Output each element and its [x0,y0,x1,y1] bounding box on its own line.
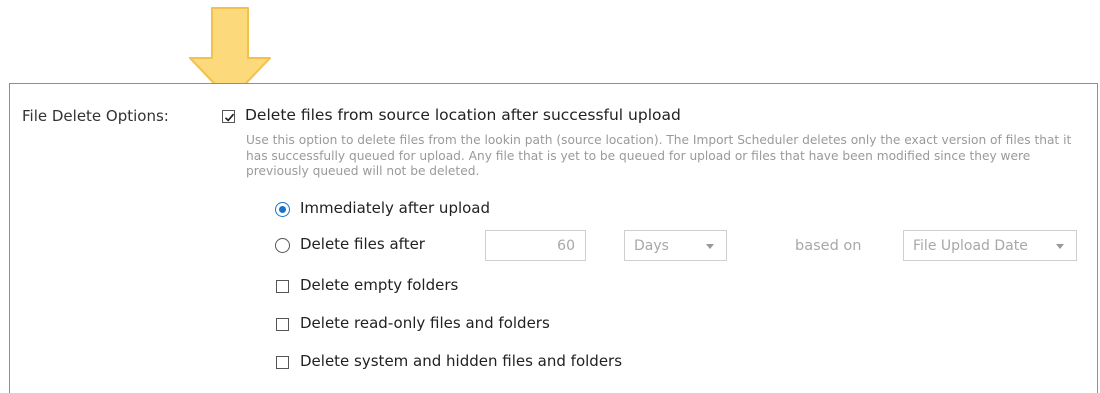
based-on-label: based on [795,238,862,254]
delete-read-only-checkbox[interactable] [276,318,289,331]
delete-system-hidden-checkbox[interactable] [276,356,289,369]
delete-files-after-label: Delete files after [300,235,425,253]
delete-empty-folders-label: Delete empty folders [300,276,459,294]
file-delete-options-label: File Delete Options: [22,107,169,125]
delete-after-unit-value: Days [634,238,669,254]
immediately-after-upload-radio[interactable] [275,202,290,217]
chevron-down-icon [1056,244,1064,249]
delete-empty-folders-checkbox[interactable] [276,280,289,293]
delete-after-upload-checkbox[interactable] [222,110,235,123]
delete-after-upload-label: Delete files from source location after … [245,106,681,124]
immediately-after-upload-label: Immediately after upload [300,199,491,217]
delete-read-only-label: Delete read-only files and folders [300,314,550,332]
checkmark-icon [224,113,235,122]
based-on-value: File Upload Date [913,238,1028,254]
based-on-select[interactable]: File Upload Date [903,230,1077,261]
delete-after-unit-select[interactable]: Days [624,230,727,261]
delete-files-after-radio[interactable] [275,238,290,253]
delete-after-amount-value: 60 [557,238,575,254]
delete-system-hidden-label: Delete system and hidden files and folde… [300,352,623,370]
delete-option-description: Use this option to delete files from the… [246,133,1072,178]
delete-after-amount-input[interactable]: 60 [485,230,586,261]
chevron-down-icon [706,244,714,249]
